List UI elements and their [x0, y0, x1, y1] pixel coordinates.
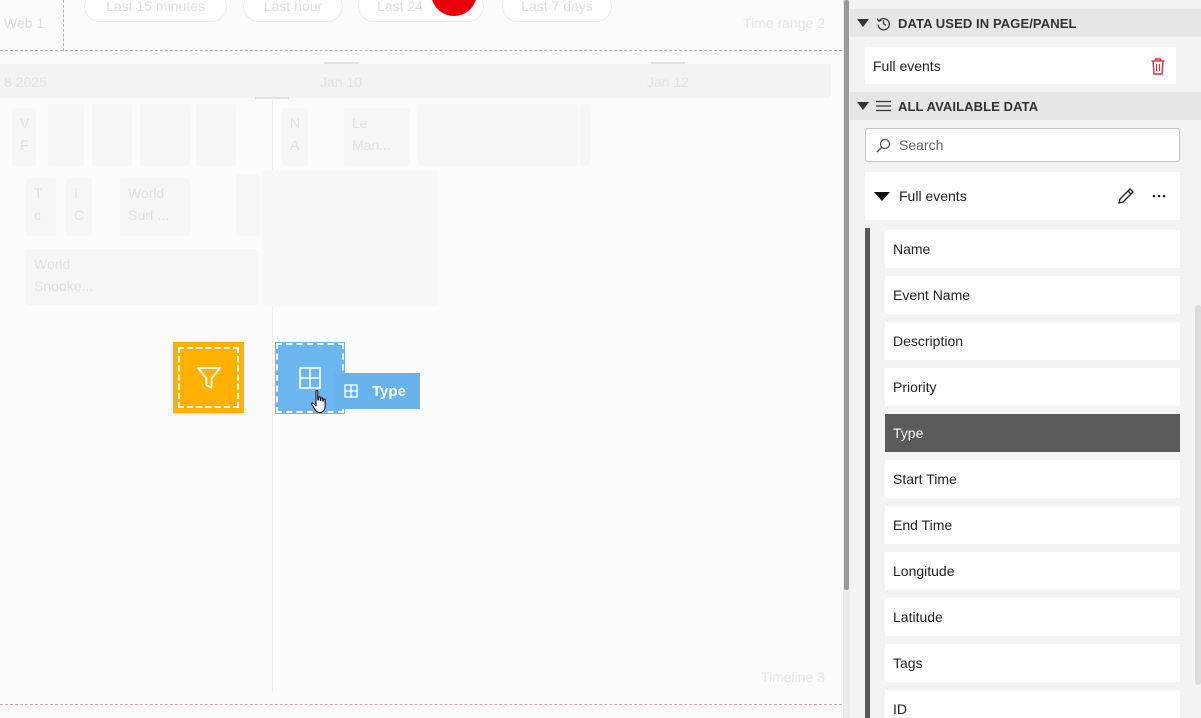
timeline-event: NA	[282, 108, 308, 166]
timeline-event	[580, 104, 590, 166]
available-data-title: ALL AVAILABLE DATA	[898, 98, 1039, 114]
list-icon	[876, 100, 891, 112]
dragged-field-label: Type	[372, 382, 406, 400]
collapse-triangle-icon	[857, 102, 869, 110]
expand-triangle-icon[interactable]	[874, 191, 890, 201]
table-icon	[344, 384, 358, 398]
field-priority[interactable]: Priority	[885, 368, 1180, 406]
field-latitude[interactable]: Latitude	[885, 598, 1180, 636]
filter-drop-target[interactable]	[173, 342, 244, 413]
timeline-event	[196, 104, 236, 166]
field-tags[interactable]: Tags	[885, 644, 1180, 682]
timeline-event: Tc	[26, 178, 56, 236]
dataset-label: Full events	[899, 188, 967, 204]
dragged-field-chip: Type	[334, 373, 420, 409]
timeline-event: VF	[12, 108, 36, 166]
timeline-label: Timeline 3	[760, 669, 825, 685]
timeline-event	[236, 174, 260, 236]
timeline-event	[262, 170, 438, 306]
data-panel: DATA USED IN PAGE/PANEL Full events ALL …	[850, 0, 1201, 718]
field-id[interactable]: ID	[885, 690, 1180, 718]
available-data-header[interactable]: ALL AVAILABLE DATA	[850, 92, 1201, 120]
report-canvas[interactable]: Web 1 Last 15 minutes Last hour Last 24 …	[0, 0, 842, 718]
date-label: Jan 12	[647, 74, 690, 90]
timeline-date-band: 8 2025 Jan 10 Jan 12	[0, 64, 831, 98]
date-tick	[651, 62, 685, 64]
used-data-title: DATA USED IN PAGE/PANEL	[898, 15, 1077, 31]
used-data-header[interactable]: DATA USED IN PAGE/PANEL	[850, 9, 1201, 37]
used-data-item[interactable]: Full events	[865, 47, 1176, 84]
time-range-visual: Web 1 Last 15 minutes Last hour Last 24 …	[0, 0, 842, 51]
pill-last-hour[interactable]: Last hour	[243, 0, 343, 22]
canvas-scrollbar-thumb[interactable]	[844, 0, 849, 590]
used-data-item-label: Full events	[873, 57, 941, 74]
filter-icon	[196, 366, 221, 389]
field-end-time[interactable]: End Time	[885, 506, 1180, 544]
field-start-time[interactable]: Start Time	[885, 460, 1180, 498]
edit-pencil-icon[interactable]	[1116, 186, 1136, 206]
visual-bottom-border	[0, 704, 842, 705]
field-event-name[interactable]: Event Name	[885, 276, 1180, 314]
timeline-event: Le Man...	[344, 108, 410, 166]
time-range-label: Time range 2	[743, 15, 825, 31]
timeline-event: World Surf ...	[120, 178, 190, 236]
search-box[interactable]	[865, 128, 1180, 162]
date-label: Jan 10	[320, 74, 363, 90]
search-icon	[876, 138, 891, 152]
pill-last-15-minutes[interactable]: Last 15 minutes	[84, 0, 227, 22]
date-tick	[324, 62, 358, 64]
table-icon	[299, 367, 321, 389]
panel-scrollbar[interactable]	[1195, 305, 1201, 685]
date-label: 8 2025	[4, 74, 47, 90]
timeline-event: IC	[66, 178, 92, 236]
trash-icon[interactable]	[1150, 57, 1166, 75]
field-description[interactable]: Description	[885, 322, 1180, 360]
search-input[interactable]	[899, 137, 1159, 153]
web-label: Web 1	[4, 15, 45, 31]
timeline-event: World Snooke...	[26, 249, 258, 305]
timeline-event	[48, 104, 84, 166]
collapse-triangle-icon	[857, 19, 869, 27]
visual-divider	[63, 0, 64, 51]
field-type[interactable]: Type	[885, 414, 1180, 452]
timeline-event	[140, 104, 190, 166]
faded-visuals: Web 1 Last 15 minutes Last hour Last 24 …	[0, 0, 842, 718]
field-name[interactable]: Name	[885, 230, 1180, 268]
dataset-actions	[1116, 186, 1166, 206]
pill-last-7-days[interactable]: Last 7 days	[502, 0, 612, 22]
field-longitude[interactable]: Longitude	[885, 552, 1180, 590]
more-options-icon[interactable]	[1152, 194, 1166, 198]
history-icon	[876, 17, 890, 30]
dataset-tree-rail	[865, 228, 870, 718]
timeline-event	[418, 104, 578, 166]
timeline-event	[92, 104, 132, 166]
dataset-full-events[interactable]: Full events	[865, 172, 1180, 220]
hand-cursor-icon	[311, 390, 326, 414]
